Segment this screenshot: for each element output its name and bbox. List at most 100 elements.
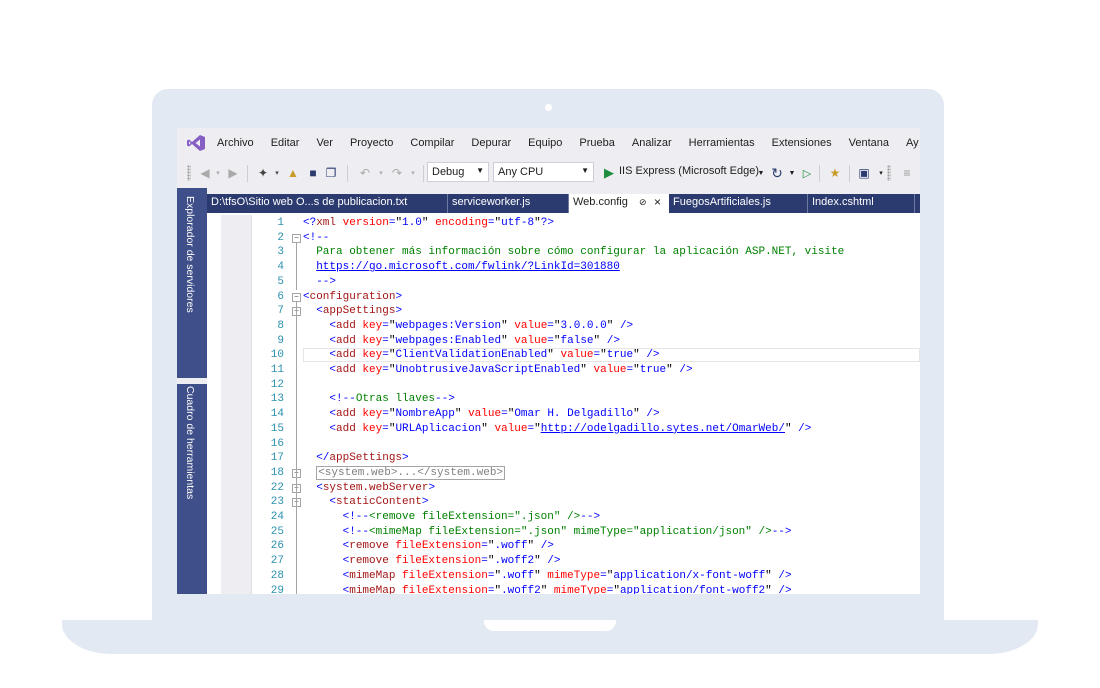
code-line[interactable]: 16 [207, 438, 920, 453]
code-token: < [303, 555, 350, 568]
refresh-icon[interactable]: ↻ [769, 165, 785, 181]
code-line[interactable]: 9 <add key="webpages:Enabled" value="fal… [207, 335, 920, 350]
undo-dropdown-icon[interactable]: ▾ [373, 165, 389, 181]
tab-serviceworker-js[interactable]: serviceworker.js [448, 194, 568, 213]
code-line[interactable]: 24 <!--<remove fileExtension=".json" />-… [207, 511, 920, 526]
save-icon[interactable]: ■ [305, 165, 321, 181]
code-line[interactable]: 26 <remove fileExtension=".woff" /> [207, 540, 920, 555]
code-token: /> [534, 540, 554, 553]
debug-target-dropdown-icon[interactable]: ▼ [753, 165, 769, 181]
toolbox-tab[interactable]: Cuadro de herramientas [184, 386, 196, 499]
menu-items: Archivo Editar Ver Proyecto Compilar Dep… [217, 128, 920, 158]
redo-dropdown-icon[interactable]: ▾ [405, 165, 421, 181]
navigate-back-dropdown-icon[interactable]: ▾ [210, 165, 226, 181]
solution-configuration-dropdown[interactable]: Debug ▼ [427, 162, 489, 182]
tab-fuegosartificiales-js[interactable]: FuegosArtificiales.js [669, 194, 807, 213]
code-line[interactable]: 1 <?xml version="1.0" encoding="utf-8"?> [207, 217, 920, 232]
tab-index-cshtml[interactable]: Index.cshtml [808, 194, 914, 213]
code-line[interactable]: 27 <remove fileExtension=".woff2" /> [207, 555, 920, 570]
collapsed-region[interactable]: <system.web>...</system.web> [316, 465, 506, 480]
code-token: /> [600, 334, 620, 347]
navigate-forward-icon[interactable]: ▶ [225, 165, 241, 181]
menu-compilar[interactable]: Compilar [410, 137, 454, 149]
menu-archivo[interactable]: Archivo [217, 137, 254, 149]
code-line[interactable]: 4 https://go.microsoft.com/fwlink/?LinkI… [207, 261, 920, 276]
code-token: < [303, 364, 337, 376]
tab-publicacion-txt[interactable]: D:\tfsO\Sitio web O...s de publicacion.t… [207, 194, 447, 213]
open-file-icon[interactable]: ▲ [285, 165, 301, 181]
server-explorer-tab[interactable]: Explorador de servidores [184, 196, 196, 313]
code-line[interactable]: 8 <add key="webpages:Version" value="3.0… [207, 320, 920, 335]
code-link[interactable]: https://go.microsoft.com/fwlink/?LinkId=… [316, 261, 620, 273]
refresh-dropdown-icon[interactable]: ▼ [784, 165, 800, 181]
code-line[interactable]: 13 <!--Otras llaves--> [207, 393, 920, 408]
start-debugging-icon[interactable]: ▶ [601, 165, 617, 181]
menu-ver[interactable]: Ver [316, 137, 333, 149]
solution-explorer-icon[interactable]: ▣ [856, 165, 872, 181]
rail-separator [177, 378, 207, 384]
code-editor[interactable]: 1 <?xml version="1.0" encoding="utf-8"?> 2… [207, 215, 920, 594]
code-line[interactable]: 25 <!--<mimeMap fileExtension=".json" mi… [207, 526, 920, 541]
toolbar-grip-icon[interactable] [887, 165, 891, 181]
code-token: key [355, 408, 383, 421]
code-line[interactable]: 5 --> [207, 276, 920, 291]
menu-depurar[interactable]: Depurar [471, 137, 511, 149]
menu-ayuda[interactable]: Ay [906, 137, 919, 149]
code-token: value [507, 334, 548, 347]
code-line[interactable]: 14 <add key="NombreApp" value="Omar H. D… [207, 408, 920, 423]
menu-editar[interactable]: Editar [271, 137, 300, 149]
code-token: ?> [540, 217, 554, 229]
code-text: <remove fileExtension=".woff" /> [303, 540, 554, 552]
pin-icon[interactable]: ⊘ [639, 197, 647, 208]
menu-extensiones[interactable]: Extensiones [772, 137, 832, 149]
code-token: .woff2 [501, 584, 541, 595]
start-without-debugging-icon[interactable]: ▷ [799, 165, 815, 181]
code-line[interactable]: 15 <add key="URLAplicacion" value="http:… [207, 423, 920, 438]
code-link[interactable]: http://odelgadillo.sytes.net/OmarWeb/ [541, 423, 785, 435]
menu-herramientas[interactable]: Herramientas [689, 137, 755, 149]
start-debugging-button[interactable]: IIS Express (Microsoft Edge) [619, 165, 759, 177]
code-token: fileExtension [388, 540, 482, 553]
collapse-icon[interactable]: − [292, 292, 301, 302]
outline-guide [296, 242, 297, 291]
tab-web-config[interactable]: Web.config ⊘ × [569, 194, 669, 213]
code-token: key [355, 349, 383, 362]
save-all-icon[interactable]: ❐ [323, 165, 339, 181]
close-icon[interactable]: × [654, 195, 661, 209]
code-text: <configuration> [303, 291, 402, 303]
solution-platform-dropdown[interactable]: Any CPU ▼ [493, 162, 594, 182]
code-token: key [355, 319, 383, 332]
code-line[interactable]: 7− <appSettings> [207, 305, 920, 320]
code-line[interactable]: 22− <system.webServer> [207, 482, 920, 497]
code-line[interactable]: 2− <!-- [207, 232, 920, 247]
collapse-icon[interactable]: − [292, 233, 301, 243]
code-line[interactable]: 6− <configuration> [207, 291, 920, 306]
code-line[interactable]: 18+ <system.web>...</system.web> [207, 465, 920, 482]
code-token: " [501, 319, 508, 332]
code-token: encoding [428, 217, 488, 229]
redo-icon[interactable]: ↷ [389, 165, 405, 181]
undo-icon[interactable]: ↶ [357, 165, 373, 181]
format-icon[interactable]: ≡ [899, 165, 915, 181]
code-token: configuration [309, 290, 396, 303]
code-line[interactable]: 23− <staticContent> [207, 496, 920, 511]
menu-prueba[interactable]: Prueba [579, 137, 614, 149]
new-project-dropdown-icon[interactable]: ▾ [269, 165, 285, 181]
menu-ventana[interactable]: Ventana [849, 137, 889, 149]
menu-equipo[interactable]: Equipo [528, 137, 562, 149]
code-text: <!--Otras llaves--> [303, 393, 454, 405]
code-line[interactable]: 17 </appSettings> [207, 452, 920, 467]
code-line[interactable]: 11 <add key="UnobtrusiveJavaScriptEnable… [207, 364, 920, 379]
code-token: add [336, 334, 356, 347]
code-line[interactable]: 28 <mimeMap fileExtension=".woff" mimeTy… [207, 570, 920, 585]
code-line[interactable]: 12 [207, 379, 920, 394]
toolbar-grip-icon[interactable] [187, 165, 191, 181]
code-line[interactable]: 10 <add key="ClientValidationEnabled" va… [207, 348, 920, 364]
code-line[interactable]: 29 <mimeMap fileExtension=".woff2" mimeT… [207, 585, 920, 595]
browser-link-icon[interactable]: ★ [827, 165, 843, 181]
menu-analizar[interactable]: Analizar [632, 137, 672, 149]
code-token: < [303, 496, 337, 509]
code-line[interactable]: 3 Para obtener más información sobre cóm… [207, 246, 920, 261]
menu-proyecto[interactable]: Proyecto [350, 137, 393, 149]
